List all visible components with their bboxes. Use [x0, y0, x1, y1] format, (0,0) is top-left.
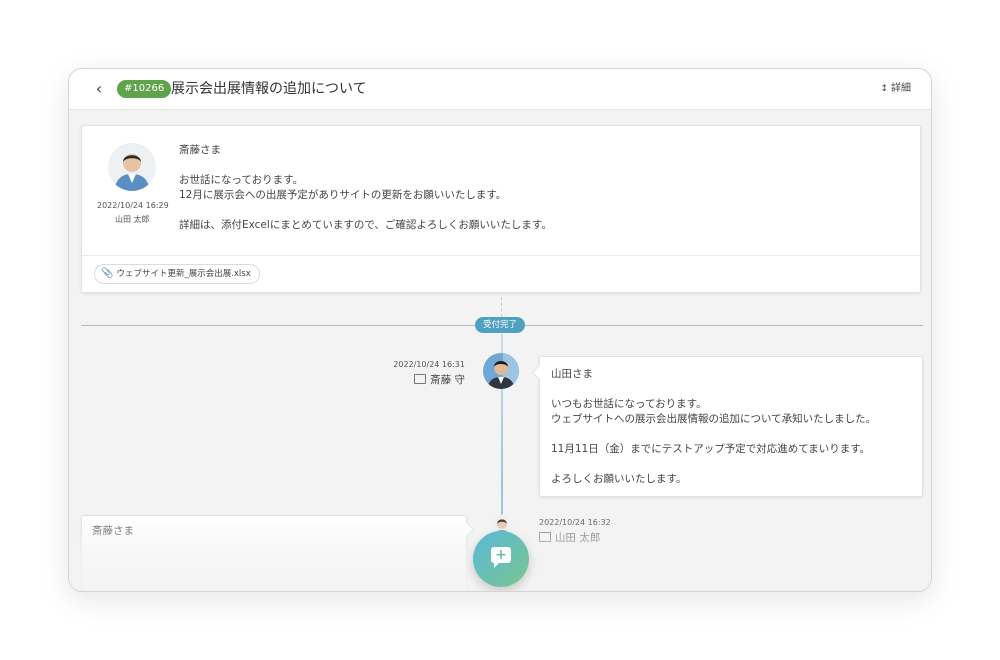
ticket-window: ‹ #10266 展示会出展情報の追加について ↕ 詳細 2022/10/24 1…: [68, 68, 932, 592]
divider: [82, 255, 920, 256]
reply-message-body: 山田さま いつもお世話になっております。 ウェブサイトへの展示会出展情報の追加に…: [551, 368, 877, 485]
chevron-left-icon: ‹: [95, 79, 103, 98]
ticket-header: ‹ #10266 展示会出展情報の追加について ↕ 詳細: [69, 69, 931, 110]
third-message-card: 斎藤さま: [81, 515, 475, 591]
back-button[interactable]: ‹: [91, 79, 107, 99]
status-badge: 受付完了: [475, 317, 526, 333]
paperclip-icon: 📎: [101, 268, 114, 279]
avatar: [108, 143, 156, 191]
bubble-arrow: [458, 521, 475, 538]
reply-meta: 2022/10/24 16:31 斎藤 守: [393, 359, 465, 388]
reply-author: 斎藤 守: [430, 374, 465, 386]
third-message-body: 斎藤さま: [92, 525, 134, 537]
reply-message-card: 山田さま いつもお世話になっております。 ウェブサイトへの展示会出展情報の追加に…: [531, 356, 923, 497]
detail-button[interactable]: ↕ 詳細: [880, 81, 911, 97]
attachment-filename: ウェブサイト更新_展示会出展.xlsx: [116, 269, 251, 279]
mail-icon: [539, 532, 551, 542]
third-message-timestamp: 2022/10/24 16:32: [539, 518, 611, 527]
expand-vertical-icon: ↕: [880, 84, 888, 94]
first-message-timestamp: 2022/10/24 16:29: [97, 201, 169, 210]
attachment-chip[interactable]: 📎 ウェブサイト更新_展示会出展.xlsx: [94, 264, 260, 284]
first-message-body: 斎藤さま お世話になっております。 12月に展示会への出展予定がありサイトの更新…: [179, 144, 552, 231]
timeline-connector: [501, 494, 502, 516]
add-comment-button[interactable]: +: [473, 531, 529, 587]
page-title: 展示会出展情報の追加について: [171, 81, 367, 97]
first-message-card: 2022/10/24 16:29 山田 太郎 斎藤さま お世話になっております。…: [81, 125, 921, 293]
bubble-arrow: [531, 364, 548, 381]
mail-icon: [414, 374, 427, 384]
third-message-meta: 2022/10/24 16:32 山田 太郎: [539, 517, 611, 546]
avatar: [483, 353, 519, 389]
plus-icon: +: [495, 547, 507, 563]
reply-timestamp: 2022/10/24 16:31: [393, 360, 465, 369]
first-message-author: 山田 太郎: [115, 215, 150, 224]
detail-label: 詳細: [891, 83, 911, 94]
third-message-author: 山田 太郎: [555, 532, 601, 544]
ticket-id-badge: #10266: [117, 80, 172, 98]
timeline-connector: [501, 297, 502, 317]
